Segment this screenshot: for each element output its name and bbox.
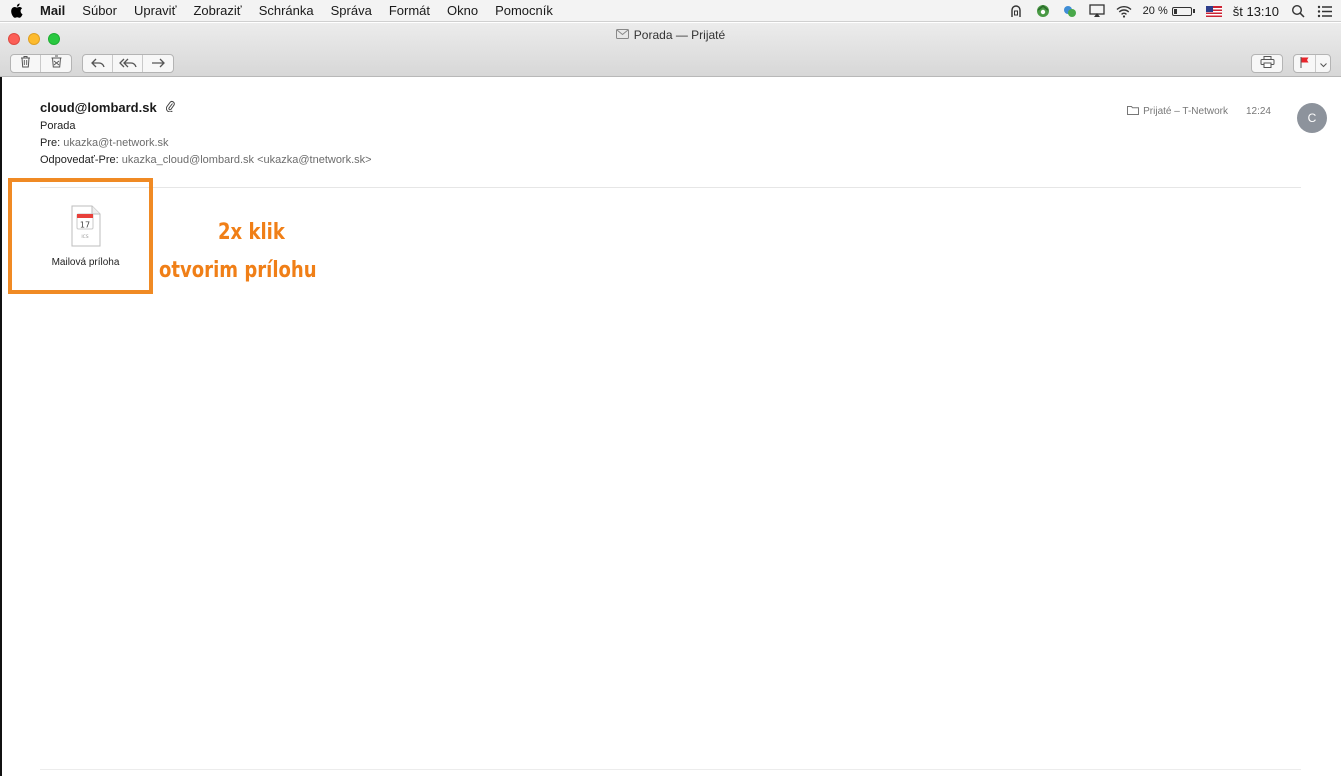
archive-icon[interactable]: [1008, 3, 1024, 19]
junk-button[interactable]: [41, 55, 71, 72]
junk-icon: [50, 55, 63, 72]
flag-us-icon[interactable]: [1205, 3, 1222, 19]
annotation-text-line2: otvorim prílohu: [159, 258, 317, 283]
print-group: [1251, 54, 1283, 73]
reply-to-label: Odpovedať-Pre:: [40, 154, 119, 166]
airplay-icon[interactable]: [1089, 3, 1105, 19]
menu-format[interactable]: Formát: [389, 3, 430, 18]
reply-to-address[interactable]: ukazka_cloud@lombard.sk <ukazka@tnetwork…: [122, 154, 372, 166]
reply-icon: [90, 55, 105, 72]
menu-help[interactable]: Pomocník: [495, 3, 553, 18]
menu-bar: Mail Súbor Upraviť Zobraziť Schránka Spr…: [0, 0, 1341, 22]
reply-button[interactable]: [83, 55, 113, 72]
window-left-border: [0, 77, 2, 776]
to-address[interactable]: ukazka@t-network.sk: [63, 137, 168, 149]
window-titlebar: Porada — Prijaté: [0, 23, 1341, 77]
menu-window[interactable]: Okno: [447, 3, 478, 18]
to-line: Pre: ukazka@t-network.sk: [40, 137, 372, 149]
battery-icon: [1171, 6, 1192, 16]
message-header: cloud@lombard.sk Porada Pre: ukazka@t-ne…: [40, 100, 372, 166]
header-divider: [40, 187, 1301, 188]
menu-edit[interactable]: Upraviť: [134, 3, 176, 18]
forward-icon: [151, 55, 165, 72]
envelope-icon: [615, 28, 629, 42]
forward-button[interactable]: [143, 55, 173, 72]
flag-icon: [1300, 55, 1310, 72]
reply-to-line: Odpovedať-Pre: ukazka_cloud@lombard.sk <…: [40, 154, 372, 166]
mailbox-name[interactable]: Prijaté – T-Network: [1143, 106, 1228, 117]
trash-icon: [20, 55, 31, 72]
print-icon: [1260, 55, 1275, 72]
annotation-highlight-box: [8, 178, 153, 294]
reply-all-button[interactable]: [113, 55, 143, 72]
wifi-icon[interactable]: [1116, 3, 1132, 19]
toolbar-right: [1251, 54, 1331, 73]
menu-message[interactable]: Správa: [331, 3, 372, 18]
menubar-clock[interactable]: št 13:10: [1233, 4, 1279, 19]
annotation-text-line1: 2x klik: [218, 220, 285, 245]
window-title-text: Porada — Prijaté: [633, 28, 726, 42]
delete-junk-group: [10, 54, 72, 73]
to-label: Pre:: [40, 137, 61, 149]
battery-indicator[interactable]: 20 %: [1143, 5, 1195, 17]
apple-logo-icon[interactable]: [10, 3, 26, 19]
subject-line: Porada: [40, 120, 76, 132]
reply-group: [82, 54, 174, 73]
cloud-app-icon[interactable]: [1062, 3, 1078, 19]
folder-icon: [1127, 105, 1140, 118]
sync-app-icon[interactable]: [1035, 3, 1051, 19]
flag-group: [1293, 54, 1331, 73]
print-button[interactable]: [1252, 55, 1282, 72]
menu-file[interactable]: Súbor: [82, 3, 117, 18]
sender-address[interactable]: cloud@lombard.sk: [40, 100, 157, 115]
reply-all-icon: [118, 55, 137, 72]
battery-percent: 20 %: [1142, 5, 1168, 17]
window-title: Porada — Prijaté: [0, 28, 1341, 42]
sender-row: cloud@lombard.sk: [40, 100, 372, 115]
menu-view[interactable]: Zobraziť: [193, 3, 241, 18]
avatar[interactable]: C: [1297, 103, 1327, 133]
menu-app-mail[interactable]: Mail: [40, 3, 65, 18]
chevron-down-icon: [1319, 55, 1327, 72]
flag-menu-button[interactable]: [1316, 55, 1330, 72]
message-time: 12:24: [1245, 106, 1271, 117]
toolbar-left: [10, 54, 174, 73]
mailbox-info: Prijaté – T-Network 12:24: [1127, 105, 1271, 118]
spotlight-search-icon[interactable]: [1290, 3, 1306, 19]
paperclip-icon: [165, 100, 175, 115]
status-area: 20 % št 13:10: [1008, 0, 1333, 22]
delete-button[interactable]: [11, 55, 41, 72]
notification-center-icon[interactable]: [1317, 3, 1333, 19]
footer-divider: [40, 769, 1301, 770]
flag-button[interactable]: [1294, 55, 1316, 72]
menu-mailbox[interactable]: Schránka: [259, 3, 314, 18]
